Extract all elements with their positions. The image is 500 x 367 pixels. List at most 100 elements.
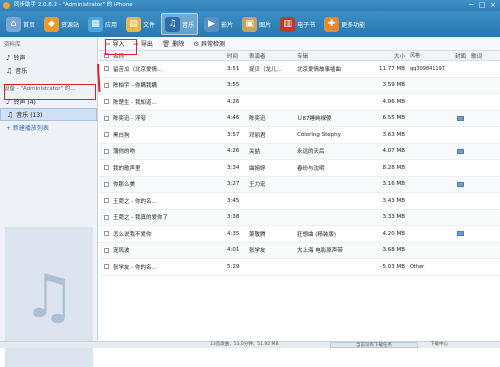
new-playlist-button[interactable]: + 新建播放列表 (0, 121, 97, 134)
cell-album: Ｕ87睡純禄傻 (297, 116, 332, 123)
row-checkbox[interactable] (99, 198, 113, 204)
cell-artist: 关喆 (249, 149, 261, 156)
sidebar: 资料库 ♪ 铃声 ♫ 音乐 设备 - "Administrator" 的... ♪ 铃… (0, 37, 98, 367)
column-time[interactable]: 时间 (227, 52, 249, 60)
row-checkbox[interactable] (99, 82, 113, 88)
music-list-panel: ⇦ 导入 ⇨ 导出 🗑 删除 ⚙ 异常检测 名称 时间 表演者 专辑 大小 风格 封面 … (99, 37, 500, 341)
sidebar-item-device-music[interactable]: ♫ 音乐 (13) (0, 108, 97, 121)
table-row[interactable]: 蒲你的吻 4:26 关喆 永远的天后 4.07 MB (99, 143, 500, 160)
column-artist[interactable]: 表演者 (249, 52, 297, 60)
toolbar-item-label: 应用 (105, 21, 118, 29)
row-checkbox[interactable] (99, 214, 113, 220)
cell-artist: 萧敬腾 (249, 231, 266, 238)
cell-size: 3.43 MB (382, 197, 405, 204)
cell-cover (450, 231, 471, 237)
toolbar-item-resource[interactable]: ◆ 资源站 (41, 13, 82, 35)
toolbar-item-folder[interactable]: ▤ 文件 (123, 13, 158, 35)
cell-name: 张学友 - 你的名... (113, 264, 157, 271)
cell-name: 王菀之 - 我真的爱你了 (113, 215, 168, 222)
table-row[interactable]: 你那么美 3:27 王力宏 3.16 MB (99, 176, 500, 193)
row-checkbox[interactable] (99, 66, 113, 72)
cell-time: 3:55 (227, 82, 240, 89)
minimize-button[interactable]: ─ (467, 1, 475, 9)
row-checkbox[interactable] (99, 132, 113, 138)
apps-icon: ▦ (88, 16, 104, 32)
cell-style: qq309841197 (410, 65, 445, 72)
highlight-box-import (105, 39, 137, 55)
table-row[interactable]: 张学友 - 你的名... 5:29 5.03 MB Other (99, 259, 500, 276)
cover-image-icon (457, 181, 464, 187)
cell-size: 3.63 MB (382, 131, 405, 138)
row-checkbox[interactable] (99, 231, 113, 237)
cell-name: 蒲你的吻 (113, 149, 136, 156)
table-row[interactable]: 我的歌声里 3:34 曲婉婷 春纷与沈明 8.28 MB (99, 160, 500, 177)
cell-name: 陈奕迅 - 浮夸 (113, 116, 146, 123)
toolbar-item-video[interactable]: ▶ 影片 (201, 13, 236, 35)
toolbar-item-label: 影片 (221, 21, 234, 29)
table-row[interactable]: 怎么说我不爱你 4:35 萧敬腾 狂想曲 (精装版) 4.20 MB (99, 226, 500, 243)
row-checkbox[interactable] (99, 165, 113, 171)
table-row[interactable]: 黑白狗 3:57 邓丽君 Coloring Stephy 3.63 MB (99, 127, 500, 144)
column-album[interactable]: 专辑 (297, 52, 371, 60)
cell-artist: 陈奕迅 (249, 116, 266, 123)
table-header: 名称 时间 表演者 专辑 大小 风格 封面 歌词 (99, 51, 500, 61)
table-row[interactable]: 宠风波 4:01 张学友 大上海 电影原声带 3.68 MB (99, 242, 500, 259)
cell-name: 你那么美 (113, 182, 136, 189)
toolbar-item-label: 更多功能 (341, 21, 366, 29)
row-checkbox[interactable] (99, 264, 113, 270)
toolbar-item-home[interactable]: ⌂ 首页 (3, 13, 38, 35)
toolbar-item-more[interactable]: ✚ 更多功能 (321, 13, 368, 35)
cell-album: 春纷与沈明 (297, 165, 325, 172)
table-row[interactable]: 陈楚生 - 我知道... 4:26 4.06 MB (99, 94, 500, 111)
toolbar-item-apps[interactable]: ▦ 应用 (85, 13, 120, 35)
column-lyrics[interactable]: 歌词 (471, 52, 492, 60)
cell-time: 5:29 (227, 263, 240, 270)
cell-time: 3:27 (227, 181, 240, 188)
resource-icon: ◆ (44, 16, 60, 32)
delete-button[interactable]: 🗑 删除 (162, 39, 184, 49)
row-checkbox[interactable] (99, 148, 113, 154)
download-center-button[interactable]: 下载中心 (430, 342, 448, 348)
cell-time: 4:01 (227, 247, 240, 254)
cell-time: 4:26 (227, 148, 240, 155)
row-checkbox[interactable] (99, 247, 113, 253)
table-row[interactable]: 王菀之 - 你的名... 3:45 3.43 MB (99, 193, 500, 210)
cell-size: 3.59 MB (382, 82, 405, 89)
table-row[interactable]: 王菀之 - 我真的爱你了 3:38 3.33 MB (99, 209, 500, 226)
cell-name: 我的歌声里 (113, 165, 141, 172)
table-row[interactable]: 陈奕迅 - 浮夸 4:46 陈奕迅 Ｕ87睡純禄傻 6.55 MB (99, 110, 500, 127)
cover-image-icon (457, 148, 464, 154)
window-title: 同步助手 2.0.8.2 - "Administrator" 的 iPhone (14, 2, 133, 8)
column-cover[interactable]: 封面 (450, 52, 471, 60)
toolbar-item-label: 音乐 (182, 21, 195, 29)
cell-time: 4:46 (227, 115, 240, 122)
cell-size: 4.06 MB (382, 98, 405, 105)
close-button[interactable]: × (489, 1, 497, 9)
sidebar-item-library-music[interactable]: ♫ 音乐 (0, 64, 97, 77)
cell-time: 4:35 (227, 230, 240, 237)
cell-time: 3:34 (227, 164, 240, 171)
cell-artist: 捉贝（龙儿... (249, 66, 282, 73)
toolbar-item-label: 电子书 (297, 21, 316, 29)
status-summary: 13首歌曲，53.0分钟，51.92 MB (210, 342, 279, 347)
download-task-button[interactable]: 当前没有下载任务 (330, 342, 418, 348)
highlight-box-sidebar (4, 84, 96, 100)
cell-size: 3.33 MB (382, 214, 405, 221)
row-checkbox[interactable] (99, 115, 113, 121)
table-row[interactable]: 留苦瓜（北京爱情... 3:51 捉贝（龙儿... 北京爱情故事插曲 11.77 MB q… (99, 61, 500, 78)
bell-icon: ♪ (6, 53, 11, 62)
sidebar-item-library-ringtones[interactable]: ♪ 铃声 (0, 51, 97, 64)
row-checkbox[interactable] (99, 181, 113, 187)
column-size[interactable]: 大小 (371, 52, 407, 60)
check-button[interactable]: ⚙ 异常检测 (193, 39, 225, 49)
maximize-button[interactable]: □ (478, 1, 486, 9)
toolbar-item-photo[interactable]: ▣ 图片 (239, 13, 274, 35)
column-style[interactable]: 风格 (407, 52, 450, 59)
large-note-icon: ♫ (22, 262, 76, 332)
toolbar-item-ebook[interactable]: ▥ 电子书 (277, 13, 318, 35)
table-row[interactable]: 陈柏宇 - 你瞒我瞒 3:55 3.59 MB (99, 77, 500, 94)
cell-size: 4.07 MB (382, 148, 405, 155)
cell-artist: 曲婉婷 (249, 165, 266, 172)
row-checkbox[interactable] (99, 99, 113, 105)
toolbar-item-music[interactable]: ♫ 音乐 (161, 13, 199, 35)
